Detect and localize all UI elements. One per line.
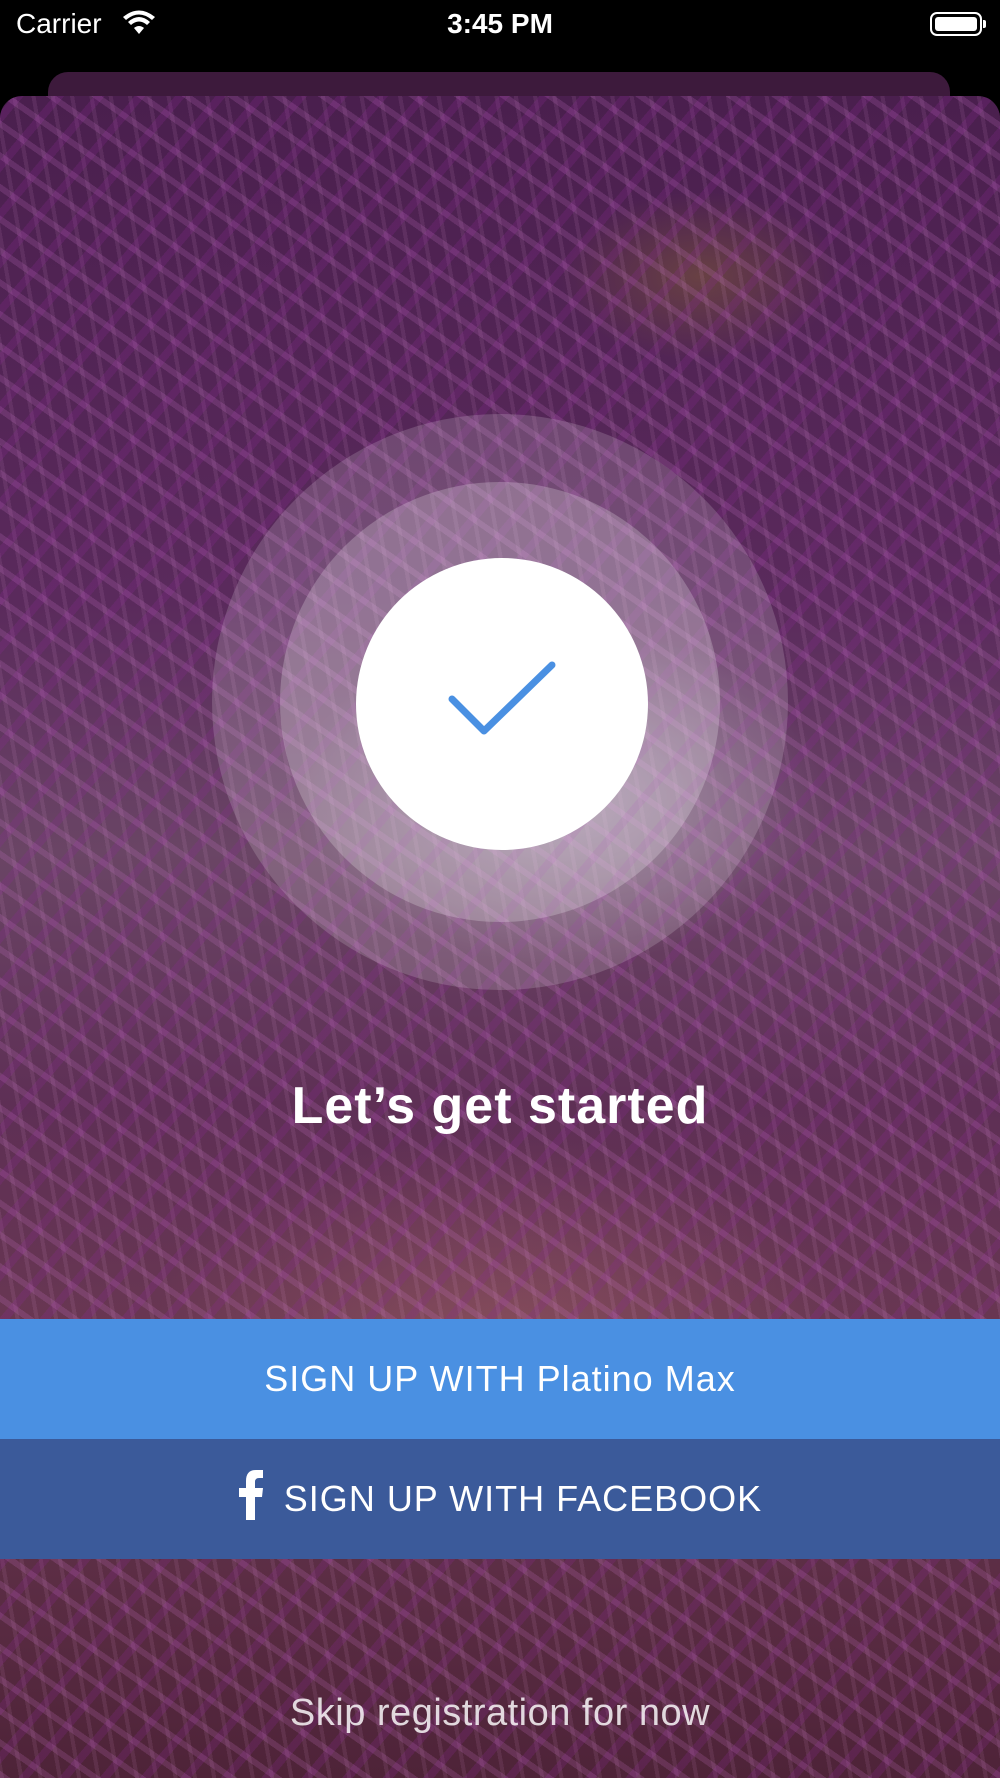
checkmark-icon [448, 661, 556, 735]
sign-up-platino-button[interactable]: SIGN UP WITH Platino Max [0, 1319, 1000, 1439]
status-time: 3:45 PM [447, 8, 553, 39]
sign-up-facebook-label: SIGN UP WITH FACEBOOK [283, 1478, 763, 1519]
facebook-icon [238, 1469, 264, 1529]
page-title: Let’s get started [291, 1077, 709, 1135]
sign-up-platino-label: SIGN UP WITH Platino Max [264, 1358, 736, 1399]
skip-registration-link[interactable]: Skip registration for now [0, 1692, 1000, 1735]
sign-up-facebook-button[interactable]: SIGN UP WITH FACEBOOK [0, 1439, 1000, 1559]
battery-icon [930, 12, 986, 36]
check-badge [356, 558, 648, 850]
status-bar: Carrier 3:45 PM [0, 0, 1000, 52]
